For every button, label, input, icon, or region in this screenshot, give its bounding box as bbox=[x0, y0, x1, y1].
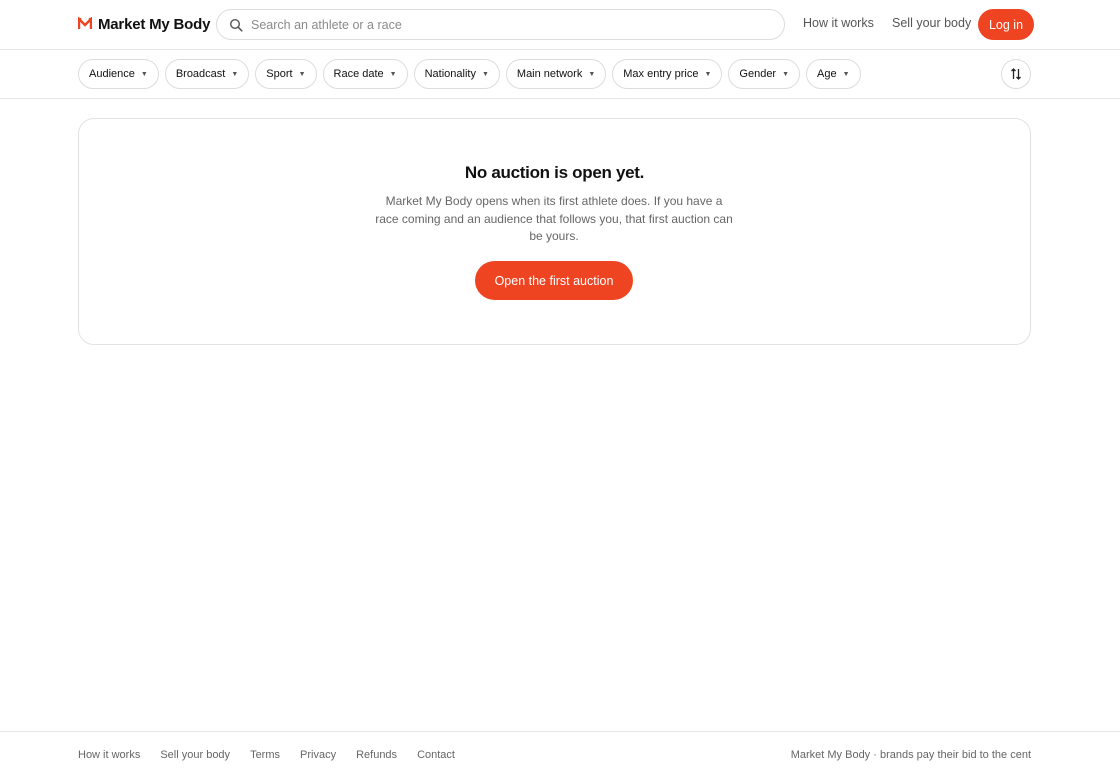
open-first-auction-button[interactable]: Open the first auction bbox=[475, 261, 633, 300]
filter-label: Gender bbox=[739, 68, 777, 80]
brand-name: Market My Body bbox=[98, 15, 211, 33]
caret-down-icon: ▼ bbox=[231, 70, 239, 78]
filter-label: Max entry price bbox=[623, 68, 699, 80]
filter-gender[interactable]: Gender ▼ bbox=[728, 59, 801, 89]
logo-link[interactable]: Market My Body bbox=[78, 14, 210, 34]
nav-sell-your-body[interactable]: Sell your body bbox=[892, 16, 971, 30]
footer: How it works Sell your body Terms Privac… bbox=[0, 731, 1120, 778]
filter-broadcast[interactable]: Broadcast ▼ bbox=[164, 59, 250, 89]
filter-sport[interactable]: Sport ▼ bbox=[255, 59, 317, 89]
filter-label: Age bbox=[817, 68, 837, 80]
filter-label: Broadcast bbox=[175, 68, 226, 80]
filter-label: Main network bbox=[516, 68, 583, 80]
footer-link-privacy[interactable]: Privacy bbox=[300, 749, 336, 761]
filter-nationality[interactable]: Nationality ▼ bbox=[413, 59, 500, 89]
sort-button[interactable] bbox=[1001, 59, 1031, 89]
footer-link-refunds[interactable]: Refunds bbox=[356, 749, 397, 761]
filter-audience[interactable]: Audience ▼ bbox=[78, 59, 159, 89]
footer-tagline: Market My Body · brands pay their bid to… bbox=[790, 749, 1031, 761]
filter-age[interactable]: Age ▼ bbox=[806, 59, 861, 89]
empty-state-body: Market My Body opens when its first athl… bbox=[375, 194, 733, 243]
footer-link-contact[interactable]: Contact bbox=[417, 749, 455, 761]
caret-down-icon: ▼ bbox=[298, 70, 306, 78]
caret-down-icon: ▼ bbox=[481, 70, 489, 78]
top-header: Market My Body How it works Sell your bo… bbox=[0, 0, 1120, 50]
footer-link-how-it-works[interactable]: How it works bbox=[78, 749, 140, 761]
caret-down-icon: ▼ bbox=[140, 70, 148, 78]
filter-chips: Audience ▼ Broadcast ▼ Sport ▼ Race date ▼ N… bbox=[78, 59, 861, 89]
login-button[interactable]: Log in bbox=[978, 9, 1034, 40]
footer-link-sell-your-body[interactable]: Sell your body bbox=[160, 749, 230, 761]
caret-down-icon: ▼ bbox=[704, 70, 712, 78]
sort-arrows-icon bbox=[1011, 68, 1021, 80]
caret-down-icon: ▼ bbox=[842, 70, 850, 78]
search-icon bbox=[229, 18, 243, 32]
filter-race-date[interactable]: Race date ▼ bbox=[322, 59, 408, 89]
filter-max-entry-price[interactable]: Max entry price ▼ bbox=[612, 59, 723, 89]
filter-main-network[interactable]: Main network ▼ bbox=[505, 59, 607, 89]
footer-link-terms[interactable]: Terms bbox=[250, 749, 280, 761]
footer-links: How it works Sell your body Terms Privac… bbox=[78, 749, 455, 761]
m-logo-icon bbox=[78, 17, 92, 29]
filter-label: Nationality bbox=[424, 68, 476, 80]
caret-down-icon: ▼ bbox=[588, 70, 596, 78]
caret-down-icon: ▼ bbox=[782, 70, 790, 78]
nav-how-it-works[interactable]: How it works bbox=[803, 16, 874, 30]
search-input[interactable] bbox=[251, 17, 751, 32]
filter-bar: Audience ▼ Broadcast ▼ Sport ▼ Race date ▼ N… bbox=[0, 50, 1120, 99]
filter-label: Audience bbox=[89, 68, 135, 80]
filter-label: Race date bbox=[333, 68, 384, 80]
caret-down-icon: ▼ bbox=[389, 70, 397, 78]
search-bar[interactable] bbox=[216, 9, 785, 40]
filter-label: Sport bbox=[266, 68, 293, 80]
empty-state-title: No auction is open yet. bbox=[464, 163, 645, 182]
